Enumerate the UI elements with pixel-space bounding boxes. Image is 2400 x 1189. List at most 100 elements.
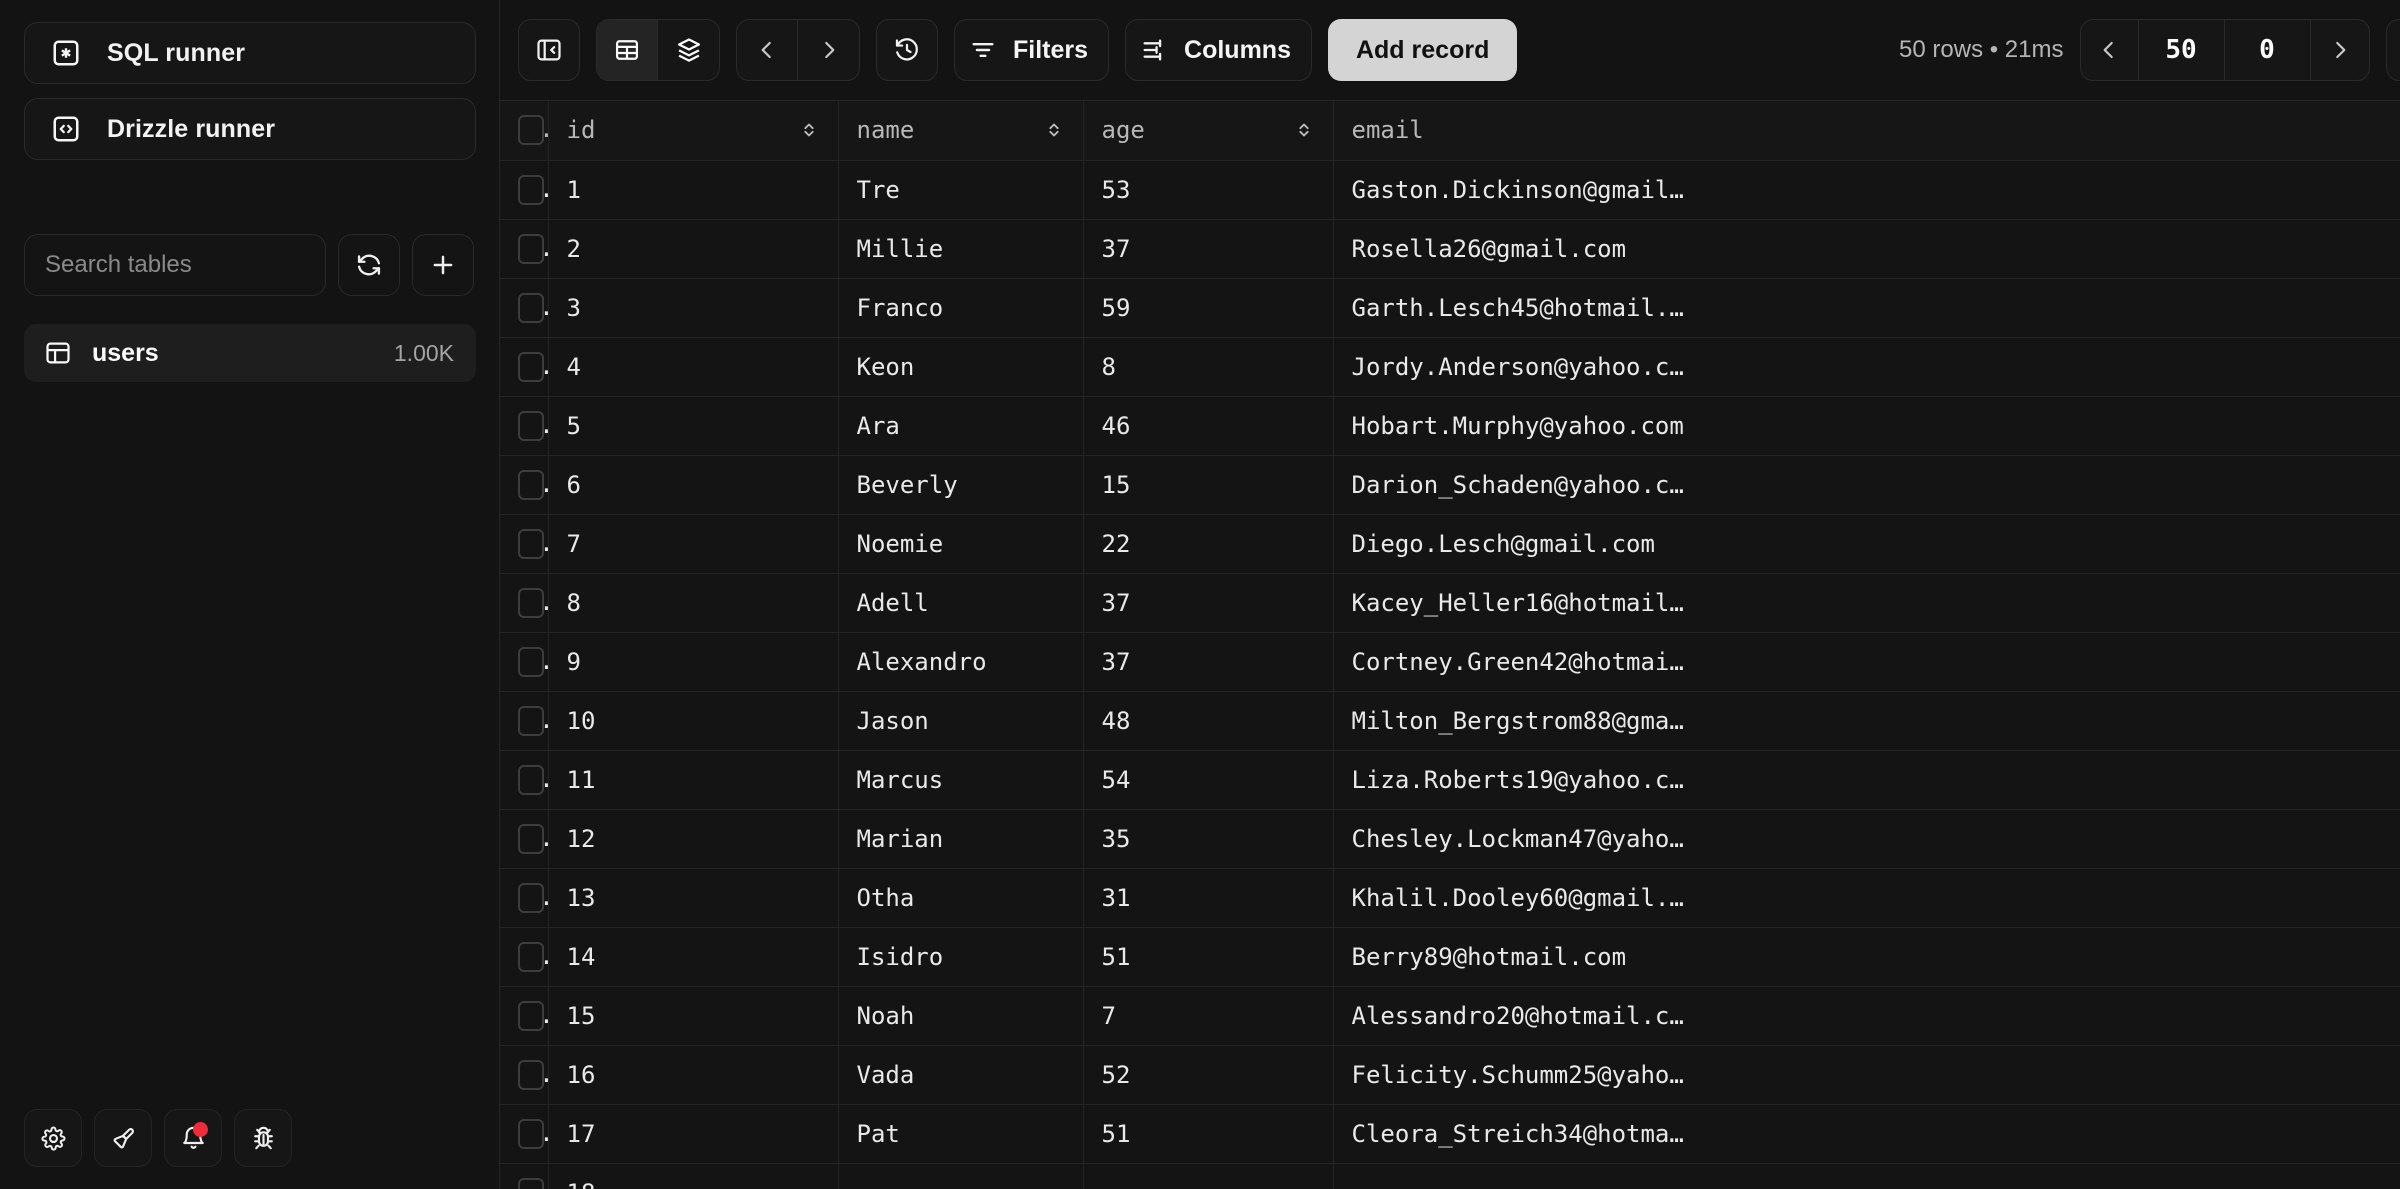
table-row[interactable]: 13Otha31Khalil.Dooley60@gmail.… <box>500 868 2400 927</box>
cell-name[interactable]: Marcus <box>838 750 1083 809</box>
cell-age[interactable]: 8 <box>1083 337 1333 396</box>
cell-age[interactable]: 46 <box>1083 396 1333 455</box>
cell-age[interactable] <box>1083 1163 1333 1189</box>
cell-age[interactable]: 22 <box>1083 514 1333 573</box>
cell-email[interactable]: Milton_Bergstrom88@gma… <box>1333 691 2400 750</box>
table-row[interactable]: 6Beverly15Darion_Schaden@yahoo.c… <box>500 455 2400 514</box>
query-history-button[interactable] <box>876 19 938 81</box>
cell-name[interactable]: Pat <box>838 1104 1083 1163</box>
row-checkbox[interactable] <box>518 824 544 854</box>
cell-name[interactable]: Otha <box>838 868 1083 927</box>
cell-email[interactable]: Darion_Schaden@yahoo.c… <box>1333 455 2400 514</box>
cell-id[interactable]: 17 <box>548 1104 838 1163</box>
appearance-button[interactable] <box>94 1109 152 1167</box>
cell-id[interactable]: 18 <box>548 1163 838 1189</box>
row-checkbox[interactable] <box>518 529 544 559</box>
nav-back-button[interactable] <box>737 20 798 80</box>
row-checkbox[interactable] <box>518 352 544 382</box>
cell-email[interactable]: Felicity.Schumm25@yaho… <box>1333 1045 2400 1104</box>
sidebar-item-users[interactable]: users 1.00K <box>24 324 476 382</box>
add-record-button[interactable]: Add record <box>1328 19 1517 81</box>
cell-id[interactable]: 2 <box>548 219 838 278</box>
cell-name[interactable]: Keon <box>838 337 1083 396</box>
row-checkbox[interactable] <box>518 1060 544 1090</box>
columns-button[interactable]: Columns <box>1125 19 1312 81</box>
page-offset-value[interactable]: 0 <box>2225 20 2311 80</box>
data-grid-container[interactable]: id name <box>500 100 2400 1189</box>
sort-toggle-icon[interactable] <box>798 119 820 141</box>
cell-email[interactable]: Hobart.Murphy@yahoo.com <box>1333 396 2400 455</box>
cell-email[interactable] <box>1333 1163 2400 1189</box>
cell-name[interactable]: Vada <box>838 1045 1083 1104</box>
cell-email[interactable]: Garth.Lesch45@hotmail.… <box>1333 278 2400 337</box>
cell-email[interactable]: Cortney.Green42@hotmai… <box>1333 632 2400 691</box>
cell-age[interactable]: 7 <box>1083 986 1333 1045</box>
cell-id[interactable]: 1 <box>548 160 838 219</box>
row-checkbox[interactable] <box>518 293 544 323</box>
cell-email[interactable]: Gaston.Dickinson@gmail… <box>1333 160 2400 219</box>
column-header-age[interactable]: age <box>1083 101 1333 160</box>
row-checkbox[interactable] <box>518 765 544 795</box>
cell-age[interactable]: 31 <box>1083 868 1333 927</box>
cell-name[interactable]: Beverly <box>838 455 1083 514</box>
sort-toggle-icon[interactable] <box>1293 119 1315 141</box>
row-checkbox[interactable] <box>518 942 544 972</box>
refresh-tables-button[interactable] <box>338 234 400 296</box>
cell-id[interactable]: 10 <box>548 691 838 750</box>
cell-name[interactable]: Tre <box>838 160 1083 219</box>
row-checkbox[interactable] <box>518 706 544 736</box>
cell-id[interactable]: 14 <box>548 927 838 986</box>
row-checkbox[interactable] <box>518 411 544 441</box>
cell-name[interactable]: Millie <box>838 219 1083 278</box>
cell-name[interactable]: Noemie <box>838 514 1083 573</box>
cell-email[interactable]: Alessandro20@hotmail.c… <box>1333 986 2400 1045</box>
column-header-id[interactable]: id <box>548 101 838 160</box>
layers-view-button[interactable] <box>658 20 719 80</box>
row-checkbox[interactable] <box>518 647 544 677</box>
sidebar-item-drizzle-runner[interactable]: Drizzle runner <box>24 98 476 160</box>
nav-forward-button[interactable] <box>798 20 859 80</box>
cell-email[interactable]: Cleora_Streich34@hotma… <box>1333 1104 2400 1163</box>
cell-name[interactable]: Noah <box>838 986 1083 1045</box>
cell-id[interactable]: 12 <box>548 809 838 868</box>
cell-id[interactable]: 6 <box>548 455 838 514</box>
cell-email[interactable]: Diego.Lesch@gmail.com <box>1333 514 2400 573</box>
cell-age[interactable]: 37 <box>1083 573 1333 632</box>
add-table-button[interactable] <box>412 234 474 296</box>
cell-id[interactable]: 4 <box>548 337 838 396</box>
cell-id[interactable]: 13 <box>548 868 838 927</box>
cell-email[interactable]: Chesley.Lockman47@yaho… <box>1333 809 2400 868</box>
cell-id[interactable]: 5 <box>548 396 838 455</box>
cell-age[interactable]: 37 <box>1083 219 1333 278</box>
cell-email[interactable]: Liza.Roberts19@yahoo.c… <box>1333 750 2400 809</box>
table-row[interactable]: 9Alexandro37Cortney.Green42@hotmai… <box>500 632 2400 691</box>
cell-age[interactable]: 35 <box>1083 809 1333 868</box>
table-row[interactable]: 3Franco59Garth.Lesch45@hotmail.… <box>500 278 2400 337</box>
row-checkbox[interactable] <box>518 234 544 264</box>
page-next-button[interactable] <box>2311 20 2369 80</box>
cell-age[interactable]: 59 <box>1083 278 1333 337</box>
row-checkbox[interactable] <box>518 470 544 500</box>
cell-id[interactable]: 16 <box>548 1045 838 1104</box>
cell-name[interactable]: Franco <box>838 278 1083 337</box>
cell-age[interactable]: 37 <box>1083 632 1333 691</box>
cell-name[interactable]: Jason <box>838 691 1083 750</box>
table-row[interactable]: 17Pat51Cleora_Streich34@hotma… <box>500 1104 2400 1163</box>
cell-email[interactable]: Berry89@hotmail.com <box>1333 927 2400 986</box>
cell-id[interactable]: 15 <box>548 986 838 1045</box>
grid-view-button[interactable] <box>597 20 658 80</box>
table-row[interactable]: 10Jason48Milton_Bergstrom88@gma… <box>500 691 2400 750</box>
cell-id[interactable]: 9 <box>548 632 838 691</box>
page-prev-button[interactable] <box>2081 20 2139 80</box>
cell-id[interactable]: 11 <box>548 750 838 809</box>
select-all-checkbox[interactable] <box>518 115 544 145</box>
column-header-email[interactable]: email <box>1333 101 2400 160</box>
row-checkbox[interactable] <box>518 883 544 913</box>
row-checkbox[interactable] <box>518 1001 544 1031</box>
table-row[interactable]: 11Marcus54Liza.Roberts19@yahoo.c… <box>500 750 2400 809</box>
cell-age[interactable]: 51 <box>1083 1104 1333 1163</box>
collapse-sidebar-button[interactable] <box>518 19 580 81</box>
table-row[interactable]: 12Marian35Chesley.Lockman47@yaho… <box>500 809 2400 868</box>
filters-button[interactable]: Filters <box>954 19 1109 81</box>
row-checkbox[interactable] <box>518 1119 544 1149</box>
